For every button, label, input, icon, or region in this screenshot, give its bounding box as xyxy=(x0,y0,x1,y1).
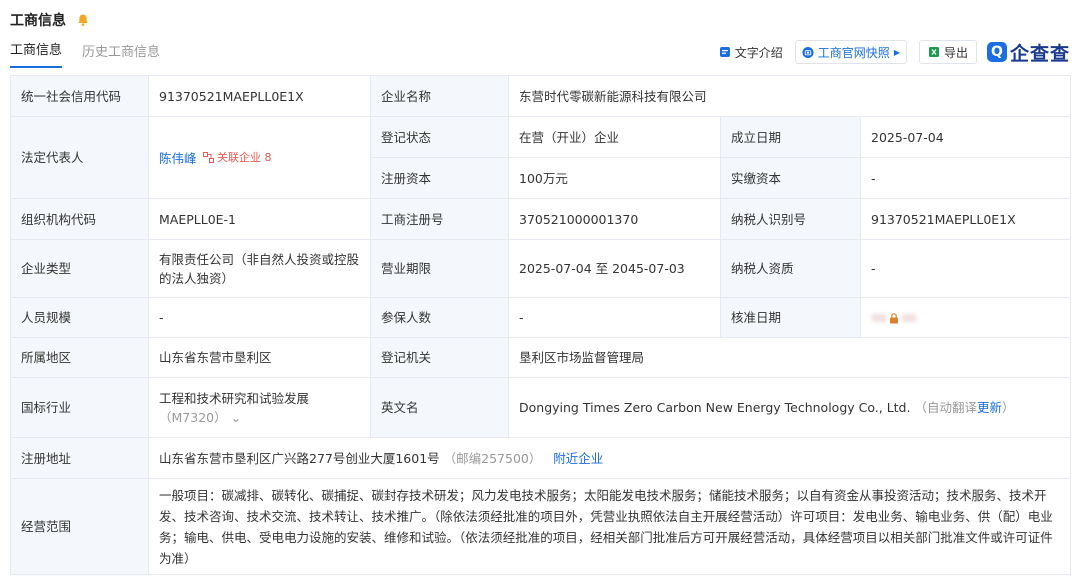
english-name: Dongying Times Zero Carbon New Energy Te… xyxy=(519,400,911,415)
brand-name: 企查查 xyxy=(1009,42,1070,65)
table-row: 所属地区 山东省东营市垦利区 登记机关 垦利区市场监督管理局 xyxy=(10,337,1072,378)
excel-icon xyxy=(928,46,940,58)
tab-business-info[interactable]: 工商信息 xyxy=(10,40,63,68)
paid-capital-value: - xyxy=(859,157,1072,199)
paid-capital-label: 实缴资本 xyxy=(720,157,861,199)
caret-right-icon: ▶ xyxy=(893,47,900,57)
taxpayer-id-label: 纳税人识别号 xyxy=(720,198,861,240)
reg-capital-label: 注册资本 xyxy=(370,157,509,199)
section-header: 工商信息 xyxy=(10,9,90,31)
address: 山东省东营市垦利区广兴路277号创业大厦1601号 xyxy=(159,450,440,466)
table-row: 组织机构代码 MAEPLL0E-1 工商注册号 370521000001370 … xyxy=(10,198,1072,240)
bell-icon[interactable] xyxy=(76,13,90,27)
credit-code-value: 91370521MAEPLL0E1X xyxy=(148,75,371,117)
found-date-label: 成立日期 xyxy=(720,116,861,158)
related-label: 关联企业 xyxy=(217,150,262,164)
scope-label: 经营范围 xyxy=(10,478,149,575)
table-row: 法定代表人 陈伟峰 关联企业 8 登记状态 在营（开业）企业 成立日期 2025… xyxy=(10,116,1072,199)
table-row: 人员规模 - 参保人数 - 核准日期 xyxy=(10,297,1072,338)
industry-name: 工程和技术研究和试验发展 xyxy=(159,390,310,406)
company-type-label: 企业类型 xyxy=(10,239,149,298)
industry-code: （M7320） xyxy=(159,409,227,425)
table-row: 国标行业 工程和技术研究和试验发展 （M7320） ⌄ 英文名 Dongying… xyxy=(10,377,1072,438)
reg-status-value: 在营（开业）企业 xyxy=(508,116,721,158)
export-label: 导出 xyxy=(943,45,968,60)
chevron-down-icon[interactable]: ⌄ xyxy=(231,410,241,425)
region-label: 所属地区 xyxy=(10,337,149,378)
table-row: 注册地址 山东省东营市垦利区广兴路277号创业大厦1601号 （邮编257500… xyxy=(10,437,1072,479)
postcode: （邮编257500） xyxy=(443,450,542,466)
related-count: 8 xyxy=(264,150,272,164)
reg-capital-value: 100万元 xyxy=(508,157,721,199)
company-name-label: 企业名称 xyxy=(370,75,509,117)
scope-value: 一般项目：碳减排、碳转化、碳捕捉、碳封存技术研发；风力发电技术服务；太阳能发电技… xyxy=(147,478,1072,575)
official-snapshot-button[interactable]: 工商官网快照 ▶ xyxy=(794,40,907,64)
reg-authority-value: 垦利区市场监督管理局 xyxy=(507,337,1072,378)
insured-value: - xyxy=(508,297,721,338)
address-value: 山东省东营市垦利区广兴路277号创业大厦1601号 （邮编257500） 附近企… xyxy=(147,437,1072,479)
biz-term-label: 营业期限 xyxy=(370,239,509,298)
org-code-label: 组织机构代码 xyxy=(10,198,149,240)
legal-rep-cell: 陈伟峰 关联企业 8 xyxy=(148,116,371,199)
table-row: 经营范围 一般项目：碳减排、碳转化、碳捕捉、碳封存技术研发；风力发电技术服务；太… xyxy=(10,478,1072,575)
table-row: 企业类型 有限责任公司（非自然人投资或控股的法人独资） 营业期限 2025-07… xyxy=(10,239,1072,298)
biz-term-value: 2025-07-04 至 2045-07-03 xyxy=(508,239,721,298)
found-date-value: 2025-07-04 xyxy=(859,116,1072,158)
industry-label: 国标行业 xyxy=(10,377,149,438)
document-icon xyxy=(719,46,731,58)
nearby-companies-link[interactable]: 附近企业 xyxy=(553,451,603,466)
export-button[interactable]: 导出 xyxy=(918,40,977,64)
brand-mark-icon: Q xyxy=(986,42,1007,62)
credit-code-label: 统一社会信用代码 xyxy=(10,75,149,117)
reg-authority-label: 登记机关 xyxy=(370,337,509,378)
auto-translate-note: （自动翻译 xyxy=(914,400,977,415)
brand-logo: Q 企查查 xyxy=(986,39,1070,66)
lock-icon xyxy=(890,312,898,323)
approval-date-value xyxy=(859,297,1072,338)
blurred-value xyxy=(871,314,887,322)
tab-history-business-info[interactable]: 历史工商信息 xyxy=(82,42,160,68)
table-row: 统一社会信用代码 91370521MAEPLL0E1X 企业名称 东营时代零碳新… xyxy=(10,75,1072,117)
staff-size-label: 人员规模 xyxy=(10,297,149,338)
toolbar: 文字介绍 工商官网快照 ▶ 导出 Q 企查查 xyxy=(707,38,1070,66)
legal-rep-link[interactable]: 陈伟峰 xyxy=(159,151,197,166)
section-title: 工商信息 xyxy=(10,13,66,29)
blurred-value xyxy=(901,314,917,322)
related-companies-badge[interactable]: 关联企业 8 xyxy=(202,148,272,167)
legal-rep-label: 法定代表人 xyxy=(10,116,149,199)
address-label: 注册地址 xyxy=(10,437,149,479)
reg-status-label: 登记状态 xyxy=(370,116,509,158)
staff-size-value: - xyxy=(148,297,371,338)
tab-bar: 工商信息 历史工商信息 xyxy=(10,40,180,68)
region-value: 山东省东营市垦利区 xyxy=(148,337,371,378)
taxpayer-qual-label: 纳税人资质 xyxy=(720,239,861,298)
snapshot-icon xyxy=(802,46,814,59)
approval-date-label: 核准日期 xyxy=(720,297,861,338)
official-snapshot-label: 工商官网快照 xyxy=(817,45,890,60)
biz-reg-no-label: 工商注册号 xyxy=(370,198,509,240)
related-icon xyxy=(202,151,214,163)
update-link[interactable]: 更新 xyxy=(977,400,1002,415)
business-info-table: 统一社会信用代码 91370521MAEPLL0E1X 企业名称 东营时代零碳新… xyxy=(10,75,1072,575)
company-type-value: 有限责任公司（非自然人投资或控股的法人独资） xyxy=(148,239,371,298)
industry-value: 工程和技术研究和试验发展 （M7320） ⌄ xyxy=(148,377,371,438)
text-intro-button[interactable]: 文字介绍 xyxy=(719,44,783,61)
english-name-label: 英文名 xyxy=(370,377,509,438)
auto-translate-end: ） xyxy=(1001,400,1015,415)
text-intro-label: 文字介绍 xyxy=(734,45,783,60)
biz-reg-no-value: 370521000001370 xyxy=(508,198,721,240)
insured-label: 参保人数 xyxy=(370,297,509,338)
taxpayer-id-value: 91370521MAEPLL0E1X xyxy=(859,198,1072,240)
org-code-value: MAEPLL0E-1 xyxy=(148,198,371,240)
approval-date-locked[interactable] xyxy=(871,312,917,324)
english-name-value: Dongying Times Zero Carbon New Energy Te… xyxy=(507,377,1072,438)
taxpayer-qual-value: - xyxy=(859,239,1072,298)
company-name-value: 东营时代零碳新能源科技有限公司 xyxy=(507,75,1072,117)
